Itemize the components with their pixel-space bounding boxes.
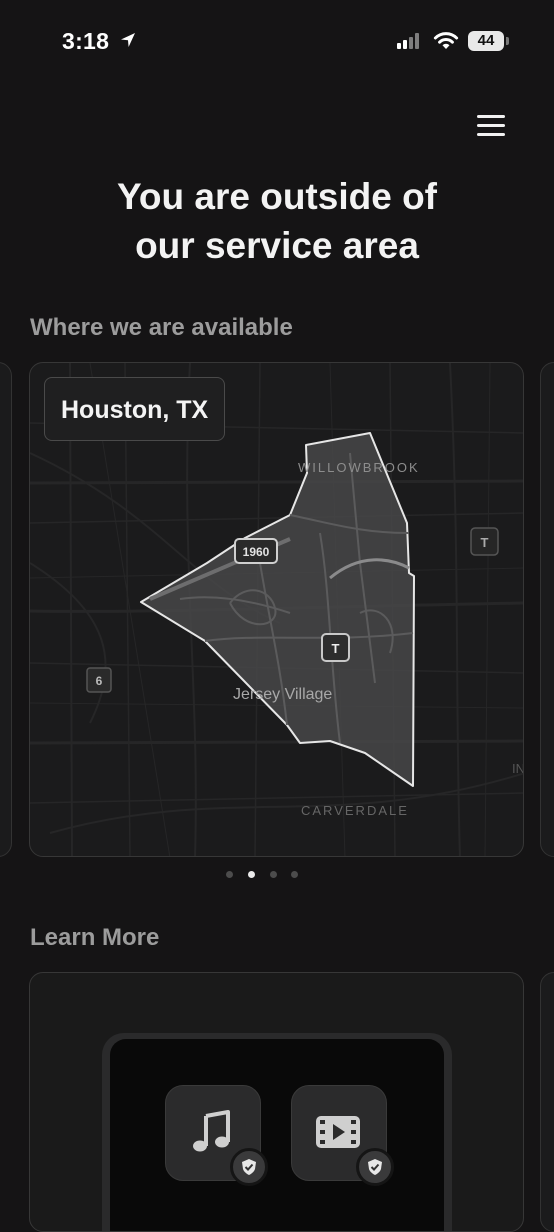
svg-text:1960: 1960 (243, 545, 270, 559)
shield-check-icon (368, 1159, 382, 1175)
music-note-icon (193, 1110, 230, 1152)
map-label-jersey-village: Jersey Village (233, 686, 332, 703)
battery-indicator: 44 (468, 31, 504, 51)
status-bar: 3:18 44 (0, 0, 554, 82)
video-app-tile[interactable] (291, 1085, 394, 1186)
svg-text:T: T (481, 535, 489, 550)
svg-text:T: T (332, 641, 340, 656)
map-label-carverdale: CARVERDALE (301, 803, 409, 818)
availability-section-title: Where we are available (30, 314, 293, 341)
toll-road-marker-center: T (321, 633, 350, 662)
hamburger-menu-icon[interactable] (474, 110, 508, 140)
city-label: Houston, TX (44, 377, 226, 441)
service-area-map-card[interactable]: WILLOWBROOK Jersey Village CARVERDALE IN… (29, 362, 524, 857)
learn-more-section-title: Learn More (30, 924, 160, 951)
toll-road-marker-right: T (470, 527, 499, 556)
wifi-icon (433, 32, 459, 49)
service-area-region[interactable] (140, 432, 415, 787)
pagination-dot-2[interactable] (248, 871, 255, 878)
next-map-card[interactable] (540, 362, 554, 857)
page-title: You are outside of our service area (40, 172, 514, 270)
highway-6-shield: 6 (86, 667, 112, 693)
shield-check-badge (356, 1148, 394, 1186)
previous-map-card[interactable] (0, 362, 12, 857)
svg-text:6: 6 (96, 674, 103, 688)
location-arrow-icon (121, 33, 135, 47)
music-app-tile[interactable] (165, 1085, 268, 1186)
page-title-line1: You are outside of (116, 176, 437, 217)
pagination-dot-4[interactable] (291, 871, 298, 878)
shield-check-badge (230, 1148, 268, 1186)
status-time: 3:18 (62, 28, 110, 54)
next-learn-more-card[interactable] (540, 972, 554, 1232)
battery-nub (506, 37, 509, 45)
map-label-edge: IN (512, 761, 524, 776)
shield-check-icon (242, 1159, 256, 1175)
car-screen (110, 1039, 444, 1231)
page-title-line2: our service area (135, 225, 419, 266)
pagination-dot-1[interactable] (226, 871, 233, 878)
highway-1960-shield: 1960 (234, 538, 278, 564)
learn-more-card[interactable] (29, 972, 524, 1232)
video-film-icon (316, 1116, 360, 1148)
map-label-willowbrook: WILLOWBROOK (298, 460, 420, 475)
cellular-signal-icon (397, 33, 419, 49)
pagination-dot-3[interactable] (270, 871, 277, 878)
